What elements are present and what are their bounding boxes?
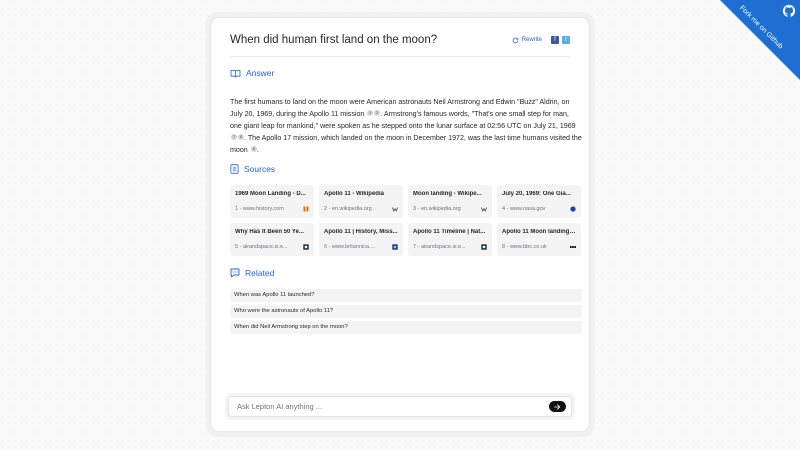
smithsonian-favicon-icon — [303, 244, 309, 250]
source-title: Moon landing - Wikipe... — [413, 191, 482, 197]
rewrite-button[interactable]: Rewrite — [512, 37, 542, 44]
ask-input-wrapper — [228, 396, 572, 417]
header-actions: Rewrite f t — [512, 36, 570, 44]
answer-heading-label: Answer — [246, 68, 275, 78]
citation-badge[interactable]: 7 — [231, 134, 237, 141]
answer-text: The first humans to land on the moon wer… — [230, 96, 582, 156]
source-title: Apollo 11 | History, Miss... — [324, 229, 398, 235]
wikipedia-favicon-icon — [481, 207, 487, 212]
history-favicon-icon — [303, 206, 309, 212]
britannica-favicon-icon — [392, 244, 398, 250]
source-title: Why Has It Been 50 Ye... — [235, 229, 304, 235]
source-meta: 7 - airandspace.si.e... — [413, 244, 466, 250]
bbc-favicon-icon — [570, 246, 576, 248]
refresh-icon — [512, 37, 519, 43]
wikipedia-favicon-icon — [392, 207, 398, 212]
related-question[interactable]: Who were the astronauts of Apollo 11? — [230, 305, 582, 318]
sources-heading-label: Sources — [244, 164, 276, 174]
smithsonian-favicon-icon — [481, 244, 487, 250]
sources-heading: Sources — [230, 164, 275, 174]
source-card[interactable]: Moon landing - Wikipe... 3 - en.wikipedi… — [408, 185, 492, 218]
answer-heading: Answer — [230, 68, 274, 78]
sources-grid: 1969 Moon Landing - D... 1 - www.history… — [230, 185, 582, 256]
fork-on-github-ribbon[interactable]: Fork me on Github — [720, 0, 800, 80]
nasa-favicon-icon — [570, 206, 576, 212]
source-title: 1969 Moon Landing - D... — [235, 191, 306, 197]
chat-bubble-icon — [230, 268, 240, 278]
source-meta: 4 - www.nasa.gov — [502, 206, 546, 212]
source-title: Apollo 11 Timeline | Nat... — [413, 229, 486, 235]
ask-input[interactable] — [237, 402, 537, 411]
result-header: When did human first land on the moon? R… — [230, 34, 570, 57]
answer-segment: . The Apollo 17 mission, which landed on… — [230, 134, 582, 155]
source-meta: 6 - www.britannica.... — [324, 244, 376, 250]
source-meta: 2 - en.wikipedia.org — [324, 206, 372, 212]
query-title: When did human first land on the moon? — [230, 34, 438, 46]
related-heading-label: Related — [245, 268, 275, 278]
source-title: Apollo 11 Moon landing:... — [502, 229, 576, 235]
related-heading: Related — [230, 268, 274, 278]
source-card[interactable]: Apollo 11 Timeline | Nat... 7 - airandsp… — [408, 223, 492, 256]
answer-segment: . — [256, 146, 259, 155]
app-frame: When did human first land on the moon? R… — [205, 12, 595, 437]
facebook-share-icon[interactable]: f — [551, 36, 559, 44]
result-card: When did human first land on the moon? R… — [210, 17, 590, 432]
related-list: When was Apollo 11 launched? Who were th… — [230, 289, 582, 334]
related-question[interactable]: When did Neil Armstrong step on the moon… — [230, 321, 582, 334]
source-title: July 20, 1969: One Gia... — [502, 191, 571, 197]
source-title: Apollo 11 - Wikipedia — [324, 191, 384, 197]
source-card[interactable]: 1969 Moon Landing - D... 1 - www.history… — [230, 185, 314, 218]
source-card[interactable]: July 20, 1969: One Gia... 4 - www.nasa.g… — [497, 185, 581, 218]
source-card[interactable]: Apollo 11 Moon landing:... 8 - www.bbc.c… — [497, 223, 581, 256]
citation-badge[interactable]: 1 — [367, 110, 374, 117]
book-open-icon — [230, 69, 241, 78]
arrow-right-icon — [554, 403, 561, 410]
related-question[interactable]: When was Apollo 11 launched? — [230, 289, 582, 302]
source-card[interactable]: Apollo 11 | History, Miss... 6 - www.bri… — [319, 223, 403, 256]
source-card[interactable]: Why Has It Been 50 Ye... 5 - airandspace… — [230, 223, 314, 256]
source-meta: 3 - en.wikipedia.org — [413, 206, 461, 212]
twitter-share-icon[interactable]: t — [562, 36, 570, 44]
rewrite-label: Rewrite — [521, 37, 542, 43]
source-meta: 5 - airandspace.si.e... — [235, 244, 288, 250]
source-meta: 8 - www.bbc.co.uk — [502, 244, 547, 250]
source-meta: 1 - www.history.com — [235, 206, 284, 212]
source-card[interactable]: Apollo 11 - Wikipedia 2 - en.wikipedia.o… — [319, 185, 403, 218]
github-octocat-icon — [782, 4, 796, 17]
document-icon — [230, 164, 239, 174]
ask-box — [225, 393, 575, 420]
send-button[interactable] — [549, 401, 566, 412]
